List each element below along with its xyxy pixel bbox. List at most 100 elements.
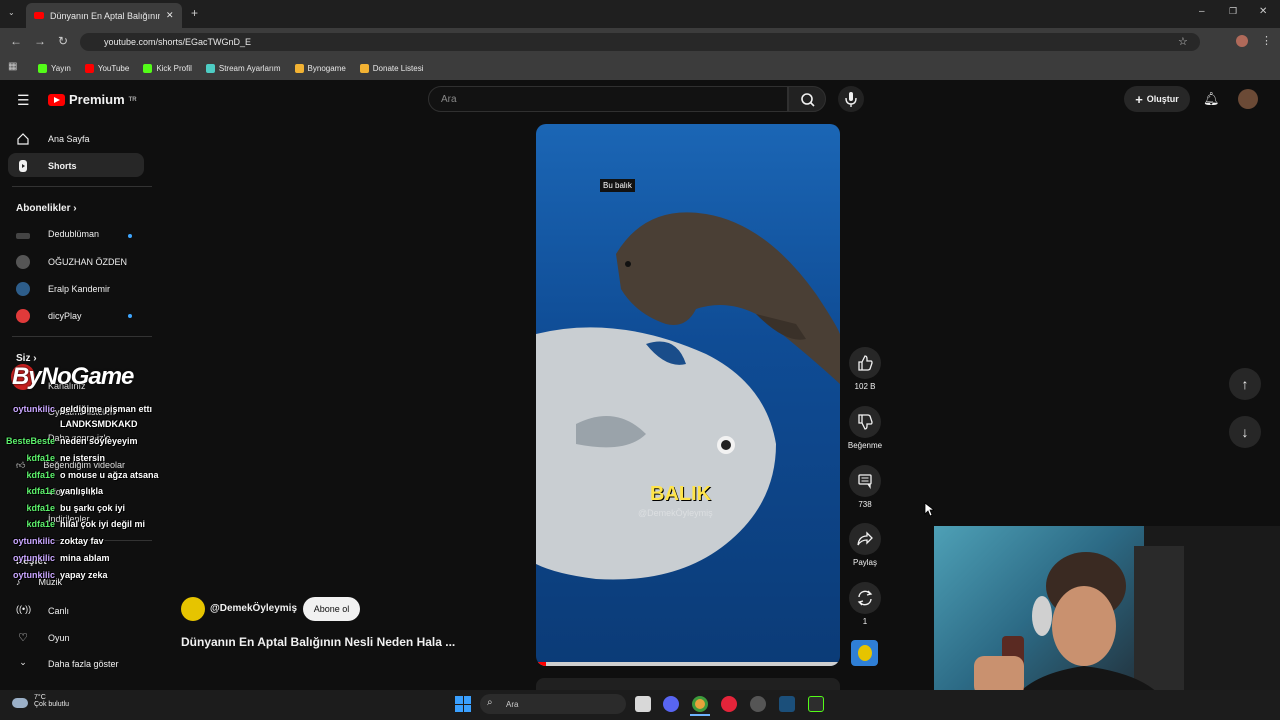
kick-icon bbox=[38, 63, 47, 73]
like-button[interactable] bbox=[849, 347, 881, 379]
next-short-button[interactable]: ↓ bbox=[1229, 416, 1261, 448]
channel-thumbnail-button[interactable] bbox=[851, 640, 878, 666]
search-input[interactable]: Ara bbox=[428, 86, 788, 112]
new-content-dot bbox=[128, 234, 132, 238]
chat-text: LANDKSMDKAKD bbox=[60, 419, 138, 429]
video-title[interactable]: Dünyanın En Aptal Balığının Nesli Neden … bbox=[181, 635, 455, 649]
channel-name[interactable]: @DemekÖyleymiş bbox=[210, 603, 297, 614]
subscription-item[interactable]: OĞUZHAN ÖZDEN bbox=[16, 255, 127, 269]
create-button[interactable]: + Oluştur bbox=[1124, 86, 1190, 112]
tab-list-icon[interactable]: ⌄ bbox=[8, 8, 15, 17]
channel-mascot-icon bbox=[857, 645, 872, 661]
arrow-down-icon: ↓ bbox=[1241, 424, 1249, 440]
chat-message: oytunkilic yapay zeka bbox=[0, 570, 108, 580]
bookmark-youtube[interactable]: YouTube bbox=[84, 63, 129, 73]
obs-icon[interactable] bbox=[750, 696, 766, 712]
previous-short-button[interactable]: ↑ bbox=[1229, 368, 1261, 400]
new-tab-button[interactable]: + bbox=[191, 6, 198, 20]
kick-icon bbox=[143, 63, 153, 73]
bookmark-bynogame[interactable]: Bynogame bbox=[294, 63, 346, 73]
url-field[interactable]: youtube.com/shorts/EGacTWGnD_E bbox=[80, 33, 1200, 51]
sidebar-item-show-more[interactable]: ⌄ Daha fazla göster bbox=[16, 657, 118, 671]
taskbar-search-icon: ⌕ bbox=[487, 697, 493, 708]
browser-tab[interactable]: Dünyanın En Aptal Balığının ✕ bbox=[26, 3, 182, 28]
weather-widget[interactable]: 7°C Çok bulutlu bbox=[34, 694, 69, 708]
new-content-dot bbox=[128, 314, 132, 318]
chat-message: kdfa1e bu şarkı çok iyi bbox=[0, 503, 125, 513]
url-text: youtube.com/shorts/EGacTWGnD_E bbox=[104, 37, 252, 47]
youtube-premium-logo[interactable]: Premium TR bbox=[48, 92, 137, 107]
back-icon[interactable]: ← bbox=[10, 34, 22, 48]
task-view-icon[interactable] bbox=[635, 696, 651, 712]
minimize-button[interactable]: – bbox=[1199, 6, 1205, 17]
close-window-button[interactable]: ✕ bbox=[1259, 6, 1267, 17]
bookmark-donate-listesi[interactable]: Donate Listesi bbox=[359, 63, 423, 73]
search-button[interactable] bbox=[788, 86, 826, 112]
remix-count: 1 bbox=[862, 617, 868, 626]
chat-username: oytunkilic bbox=[12, 553, 55, 563]
apps-grid-icon[interactable]: ▦ bbox=[8, 61, 17, 72]
share-icon bbox=[857, 531, 873, 546]
video-frame bbox=[536, 212, 840, 666]
channel-avatar bbox=[16, 233, 30, 239]
sidebar-item-live[interactable]: ((•)) Canlı bbox=[16, 604, 69, 618]
subscribe-button[interactable]: Abone ol bbox=[303, 597, 360, 621]
menu-dots-icon[interactable]: ⋮ bbox=[1261, 34, 1272, 47]
chat-text: ne istersin bbox=[60, 453, 106, 463]
channel-avatar[interactable] bbox=[181, 597, 205, 621]
reload-icon[interactable]: ↻ bbox=[58, 34, 68, 48]
discord-icon[interactable] bbox=[663, 696, 679, 712]
account-avatar[interactable] bbox=[1238, 89, 1258, 109]
subscription-item[interactable]: dicyPlay bbox=[16, 309, 82, 323]
forward-icon[interactable]: → bbox=[34, 34, 46, 48]
bookmark-stream-ayarlarim[interactable]: Stream Ayarlarım bbox=[205, 63, 281, 73]
stream-icon bbox=[205, 63, 215, 73]
search-icon bbox=[801, 93, 815, 107]
subscriptions-heading[interactable]: Abonelikler › bbox=[16, 203, 77, 214]
voice-search-button[interactable] bbox=[838, 86, 864, 112]
tab-close-icon[interactable]: ✕ bbox=[166, 10, 174, 21]
app-icon[interactable] bbox=[808, 696, 824, 712]
remix-button[interactable] bbox=[849, 582, 881, 614]
chat-username: kdfa1e bbox=[26, 503, 55, 513]
restore-button[interactable]: ❐ bbox=[1229, 6, 1237, 17]
chat-message: kdfa1e hilal çok iyi değil mi bbox=[0, 519, 145, 529]
video-caption-main: BALIK bbox=[650, 483, 712, 505]
bookmarks-bar: Yayın YouTube Kick Profil Stream Ayarlar… bbox=[0, 56, 1280, 80]
sidebar-item-shorts[interactable]: Shorts bbox=[16, 159, 77, 173]
chrome-icon[interactable] bbox=[692, 696, 708, 712]
bookmark-yayin[interactable]: Yayın bbox=[38, 63, 71, 73]
steam-icon[interactable] bbox=[779, 696, 795, 712]
short-video-player[interactable] bbox=[536, 124, 840, 666]
notifications-bell-icon[interactable]: 🔔︎ bbox=[1203, 91, 1220, 107]
chat-username: kdfa1e bbox=[26, 519, 55, 529]
chat-text: zoktay fav bbox=[60, 536, 104, 546]
arrow-up-icon: ↑ bbox=[1241, 376, 1249, 392]
sidebar-item-gaming[interactable]: ♡ Oyun bbox=[16, 631, 69, 645]
profile-avatar[interactable] bbox=[1236, 35, 1248, 47]
bookmark-kick-profil[interactable]: Kick Profil bbox=[143, 63, 192, 73]
youtube-icon bbox=[84, 63, 94, 73]
hamburger-menu-icon[interactable]: ☰ bbox=[17, 92, 30, 109]
bookmark-star-icon[interactable]: ☆ bbox=[1178, 35, 1188, 48]
chat-message: kdfa1e ne istersin bbox=[0, 453, 105, 463]
chat-text: geldiğime pişman ettı bbox=[60, 404, 153, 414]
comments-button[interactable] bbox=[849, 465, 881, 497]
video-caption-top: Bu balık bbox=[600, 179, 635, 192]
windows-start-icon[interactable] bbox=[455, 696, 471, 712]
gamepad-icon: ♡ bbox=[18, 632, 28, 644]
dislike-button[interactable] bbox=[849, 406, 881, 438]
taskbar-search[interactable]: Ara bbox=[480, 694, 626, 714]
live-broadcast-icon: ((•)) bbox=[16, 604, 32, 614]
subscription-item[interactable]: Eralp Kandemir bbox=[16, 282, 110, 296]
chat-message: BesteBeste neden söyleyeyim bbox=[0, 436, 138, 446]
subscription-item[interactable]: Dedublüman bbox=[16, 229, 99, 239]
chat-message: oytunkilic zoktay fav bbox=[0, 536, 104, 546]
chat-message: LANDKSMDKAKD bbox=[0, 419, 138, 429]
sidebar-item-home[interactable]: Ana Sayfa bbox=[16, 132, 90, 146]
donate-icon bbox=[359, 63, 369, 73]
chat-username: kdfa1e bbox=[26, 486, 55, 496]
share-button[interactable] bbox=[849, 523, 881, 555]
next-short-preview[interactable] bbox=[536, 678, 840, 690]
media-player-icon[interactable] bbox=[721, 696, 737, 712]
